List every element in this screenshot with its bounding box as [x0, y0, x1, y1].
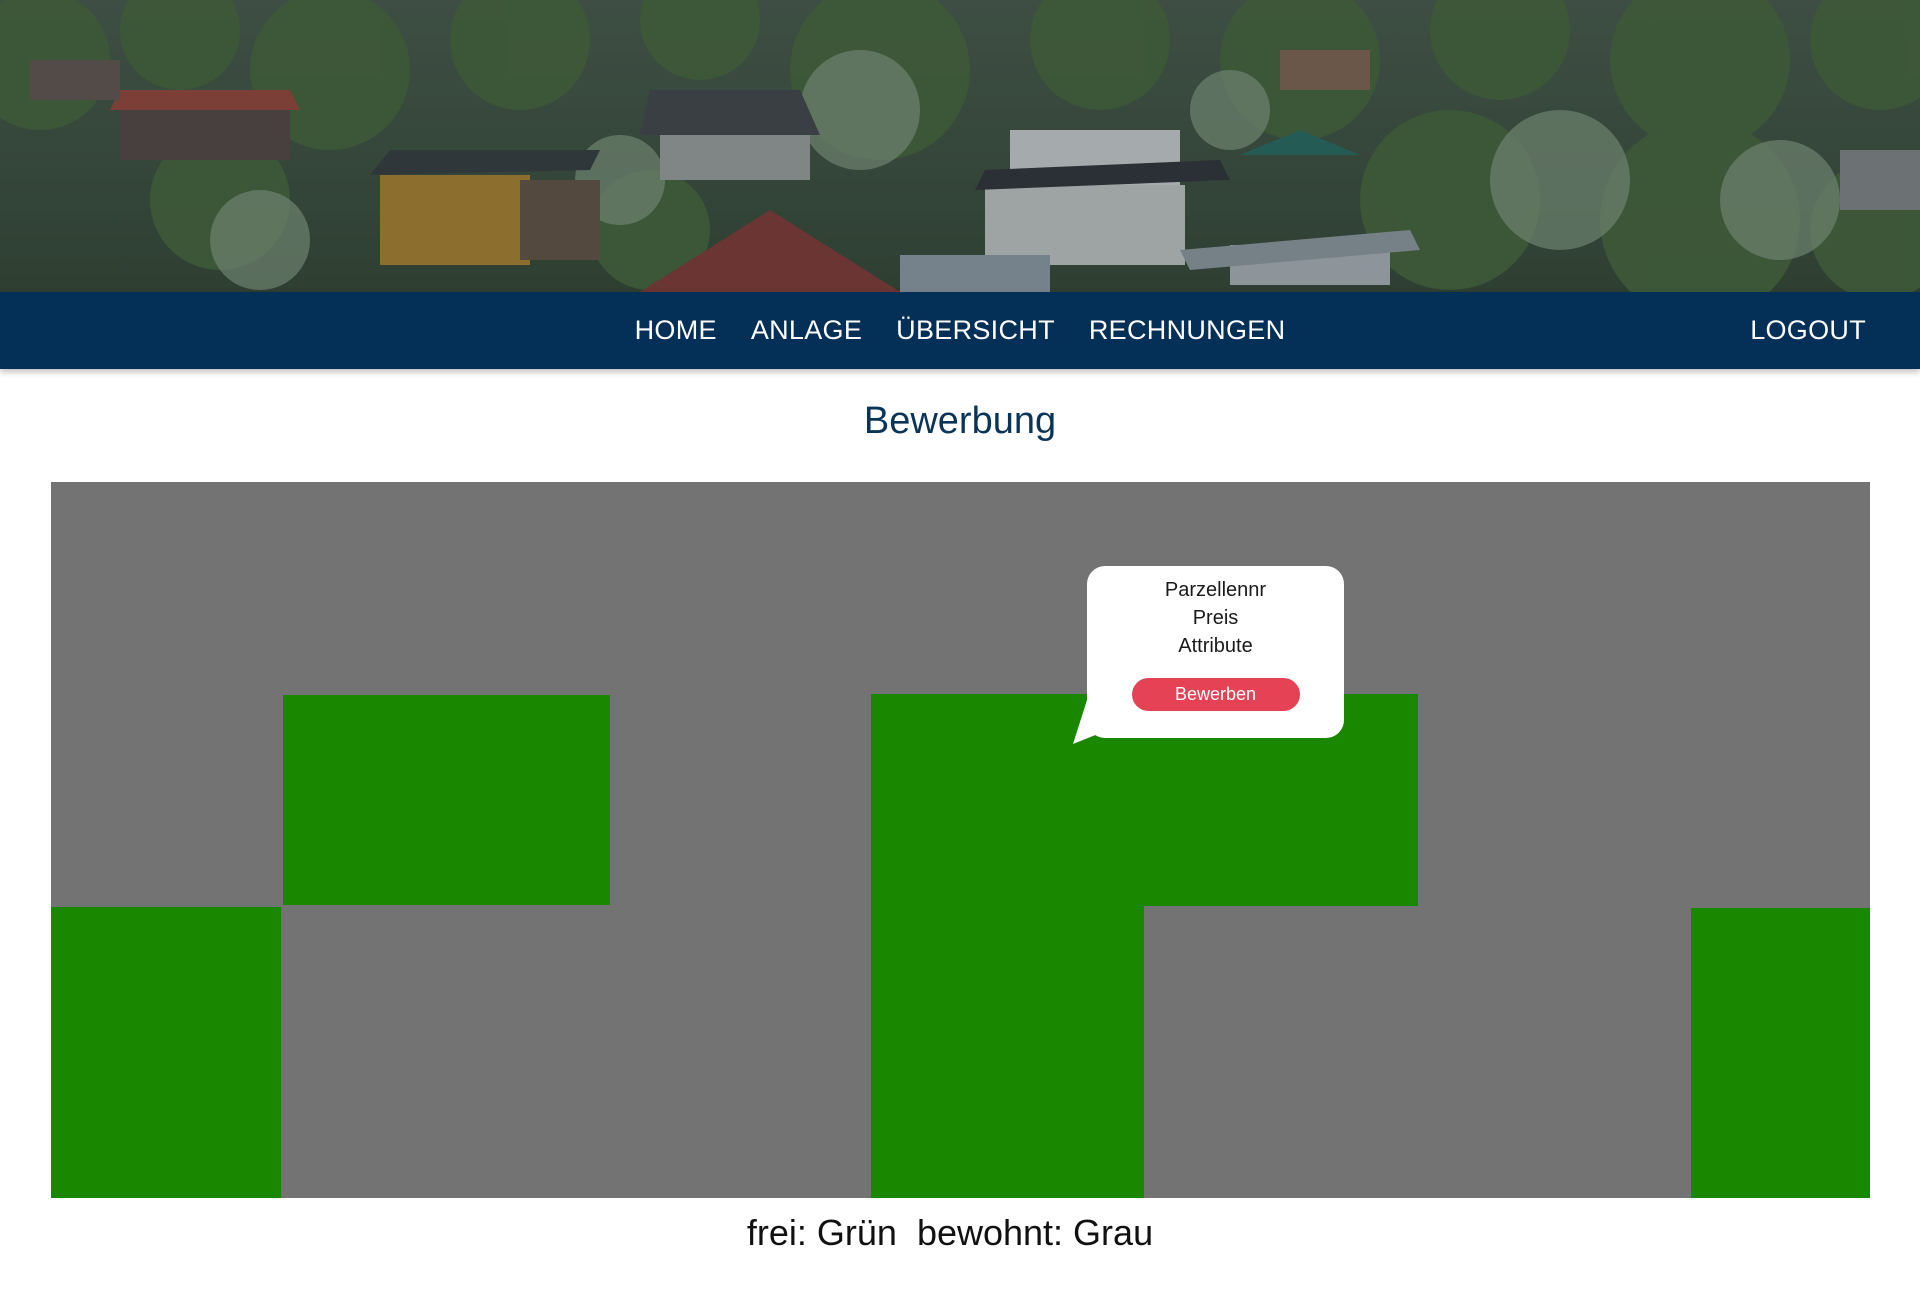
nav-links: HOME ANLAGE ÜBERSICHT RECHNUNGEN [0, 292, 1920, 369]
plot-info-popup: Parzellennr Preis Attribute Bewerben [1087, 566, 1344, 738]
header-banner-image [0, 0, 1920, 292]
plot-free[interactable] [283, 695, 610, 905]
allotment-garden-photo [0, 0, 1920, 292]
popup-parzellennr: Parzellennr [1164, 579, 1267, 601]
popup-attribute: Attribute [1178, 635, 1253, 657]
plot-free[interactable] [51, 907, 281, 1198]
map-legend: frei: Grün bewohnt: Grau [746, 1212, 1154, 1253]
page-title: Bewerbung [863, 400, 1057, 442]
popup-preis: Preis [1192, 607, 1239, 629]
nav-uebersicht[interactable]: ÜBERSICHT [896, 315, 1055, 346]
nav-rechnungen[interactable]: RECHNUNGEN [1089, 315, 1286, 346]
nav-anlage[interactable]: ANLAGE [751, 315, 862, 346]
apply-button[interactable]: Bewerben [1131, 678, 1300, 711]
main-navbar: HOME ANLAGE ÜBERSICHT RECHNUNGEN LOGOUT [0, 292, 1920, 369]
popup-details: Parzellennr Preis Attribute [1087, 566, 1344, 660]
logout-link[interactable]: LOGOUT [1750, 292, 1866, 369]
plot-free[interactable] [871, 906, 1144, 1198]
plot-map [51, 482, 1870, 1198]
nav-home[interactable]: HOME [635, 315, 717, 346]
plot-free[interactable] [1691, 908, 1870, 1198]
